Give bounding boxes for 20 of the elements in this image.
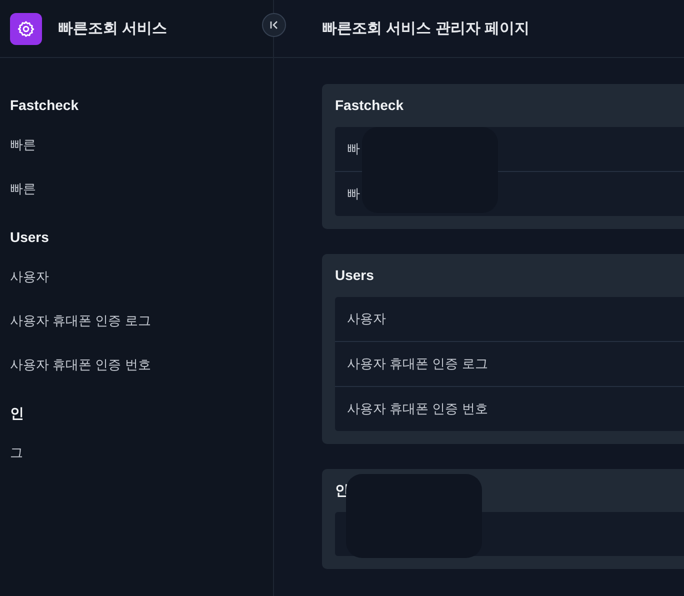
sidebar-item[interactable]: 그: [10, 442, 23, 464]
card-title: Users: [335, 266, 375, 285]
list-row[interactable]: 사용자 휴대폰 인증 로그: [335, 342, 684, 387]
sidebar-group-title: Users: [10, 228, 50, 247]
sidebar-group-title: 인: [10, 404, 25, 423]
sidebar-item[interactable]: 사용자 휴대폰 인증 번호: [10, 354, 151, 376]
collapse-sidebar-button[interactable]: [262, 13, 286, 37]
sidebar-group-title: Fastcheck: [10, 96, 80, 115]
collapse-icon: [269, 20, 279, 30]
sidebar-item[interactable]: 사용자 휴대폰 인증 로그: [10, 310, 151, 332]
settings-icon: [17, 20, 35, 38]
sidebar-item[interactable]: 빠른: [10, 134, 36, 156]
sidebar-item[interactable]: 빠른: [10, 178, 36, 200]
list-row[interactable]: 사용자 휴대폰 인증 번호: [335, 387, 684, 431]
sidebar-item[interactable]: 사용자: [10, 266, 49, 288]
page-title: 빠른조회 서비스 관리자 페이지: [322, 19, 530, 38]
card-title: Fastcheck: [335, 96, 404, 115]
list-row[interactable]: 사용자: [335, 297, 684, 342]
app-name: 빠른조회 서비스: [58, 19, 168, 38]
list-row[interactable]: 빠: [335, 172, 684, 216]
